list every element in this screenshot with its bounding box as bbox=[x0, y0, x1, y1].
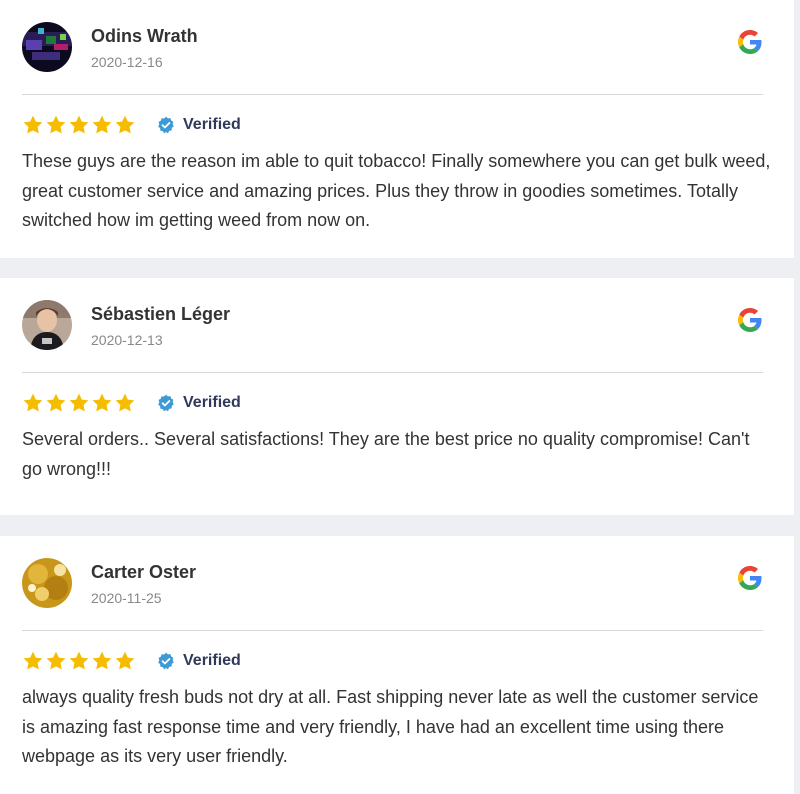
card-divider bbox=[22, 630, 763, 631]
verified-badge: Verified bbox=[157, 652, 241, 670]
review-card: Carter Oster 2020-11-25 Verified always … bbox=[0, 536, 794, 794]
review-card: Sébastien Léger 2020-12-13 Verified Seve… bbox=[0, 278, 794, 515]
star-icon bbox=[69, 393, 89, 412]
card-divider bbox=[22, 94, 763, 95]
verified-badge: Verified bbox=[157, 394, 241, 412]
reviewer-avatar[interactable] bbox=[22, 558, 72, 608]
rating-row: Verified bbox=[22, 114, 241, 136]
star-icon bbox=[69, 651, 89, 670]
review-text: Several orders.. Several satisfactions! … bbox=[22, 429, 750, 479]
star-icon bbox=[46, 393, 66, 412]
verified-check-icon bbox=[158, 652, 174, 670]
google-icon bbox=[738, 30, 762, 54]
reviewer-name[interactable]: Carter Oster bbox=[91, 562, 196, 583]
verified-check-icon bbox=[158, 394, 174, 412]
google-icon bbox=[738, 566, 762, 590]
reviewer-name[interactable]: Sébastien Léger bbox=[91, 304, 230, 325]
star-icon bbox=[46, 115, 66, 134]
star-rating bbox=[22, 392, 136, 414]
star-icon bbox=[115, 393, 135, 412]
star-icon bbox=[92, 651, 112, 670]
review-card: Odins Wrath 2020-12-16 Verified These gu… bbox=[0, 0, 794, 258]
star-icon bbox=[115, 651, 135, 670]
star-rating bbox=[22, 114, 136, 136]
verified-check-icon bbox=[158, 116, 174, 134]
verified-label: Verified bbox=[183, 116, 241, 133]
star-icon bbox=[69, 115, 89, 134]
rating-row: Verified bbox=[22, 392, 241, 414]
star-rating bbox=[22, 650, 136, 672]
review-date: 2020-12-16 bbox=[91, 54, 163, 70]
page-edge bbox=[794, 0, 800, 794]
star-icon bbox=[115, 115, 135, 134]
review-date: 2020-12-13 bbox=[91, 332, 163, 348]
star-icon bbox=[92, 393, 112, 412]
reviewer-name[interactable]: Odins Wrath bbox=[91, 26, 198, 47]
reviewer-avatar[interactable] bbox=[22, 22, 72, 72]
reviewer-avatar[interactable] bbox=[22, 300, 72, 350]
star-icon bbox=[46, 651, 66, 670]
verified-label: Verified bbox=[183, 394, 241, 411]
google-icon bbox=[738, 308, 762, 332]
star-icon bbox=[92, 115, 112, 134]
review-feed: Odins Wrath 2020-12-16 Verified These gu… bbox=[0, 0, 800, 794]
verified-label: Verified bbox=[183, 652, 241, 669]
review-date: 2020-11-25 bbox=[91, 590, 162, 606]
star-icon bbox=[23, 393, 43, 412]
rating-row: Verified bbox=[22, 650, 241, 672]
card-divider bbox=[22, 372, 763, 373]
review-text: always quality fresh buds not dry at all… bbox=[22, 687, 759, 766]
star-icon bbox=[23, 651, 43, 670]
star-icon bbox=[23, 115, 43, 134]
verified-badge: Verified bbox=[157, 116, 241, 134]
review-text: These guys are the reason im able to qui… bbox=[22, 151, 771, 230]
